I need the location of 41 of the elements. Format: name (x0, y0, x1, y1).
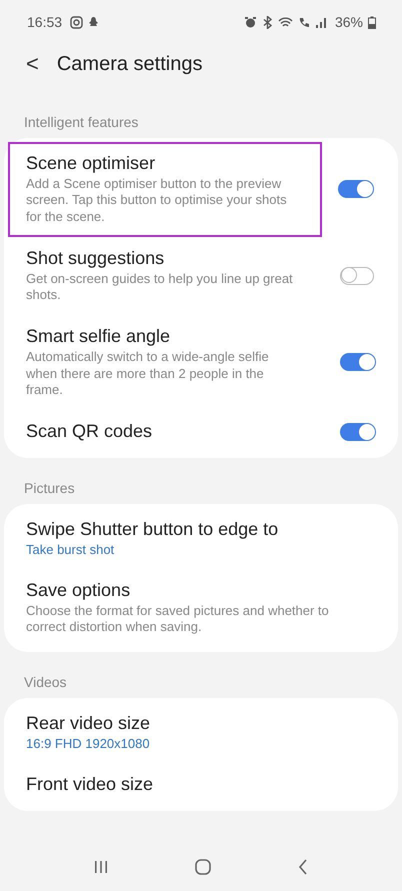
toggle-switch[interactable] (340, 353, 374, 372)
setting-row[interactable]: Save options Choose the format for saved pictures and whether to correct distortion when saving. (4, 569, 398, 648)
setting-row[interactable]: Smart selfie angle Automatically switch to a wide-angle selfie when there are more than 2 people in the frame. (4, 315, 398, 410)
setting-row[interactable]: Rear video size 16:9 FHD 1920x1080 (4, 702, 398, 762)
toggle-switch[interactable] (338, 180, 372, 198)
back-icon[interactable] (297, 858, 310, 876)
back-button[interactable]: < (20, 51, 45, 77)
setting-title: Shot suggestions (26, 248, 166, 269)
status-time: 16:53 (27, 14, 62, 30)
setting-title: Save options (26, 580, 132, 601)
section-label: Intelligent features (23, 113, 140, 132)
alarm-icon (244, 16, 257, 28)
setting-value: 16:9 FHD 1920x1080 (26, 736, 151, 750)
wifi-icon (278, 16, 293, 28)
page-title: Camera settings (56, 52, 202, 76)
setting-value: Take burst shot (26, 542, 116, 557)
setting-title: Front video size (26, 774, 154, 794)
home-icon[interactable] (194, 858, 212, 876)
call-icon (298, 16, 310, 28)
setting-description: Choose the format for saved pictures and whether to correct distortion when saving. (26, 603, 330, 636)
section-label: Pictures (23, 479, 76, 498)
toggle-switch[interactable] (340, 266, 374, 284)
signal-icon (314, 16, 327, 28)
setting-title: Scan QR codes (26, 421, 154, 442)
toggle-switch[interactable] (340, 422, 374, 440)
section-label: Videos (23, 672, 68, 692)
setting-title: Swipe Shutter button to edge to (26, 519, 280, 540)
setting-row[interactable]: Front video size (4, 762, 398, 806)
recent-apps-icon[interactable] (92, 859, 109, 875)
bluetooth-icon (262, 16, 273, 28)
setting-row[interactable]: Shot suggestions Get on-screen guides to help you line up great shots. (4, 236, 398, 316)
setting-description: Add a Scene optimiser button to the preview screen. Tap this button to optimise your shots for the scene. (26, 176, 288, 225)
setting-row[interactable]: Swipe Shutter button to edge to Take burst shot (4, 508, 398, 569)
setting-title: Scene optimiser (26, 153, 156, 174)
setting-title: Smart selfie angle (26, 326, 172, 348)
setting-title: Rear video size (26, 712, 152, 734)
setting-row[interactable]: Scan QR codes (4, 410, 398, 454)
setting-description: Get on-screen guides to help you line up great shots. (26, 270, 294, 304)
battery-icon (368, 16, 376, 28)
setting-description: Automatically switch to a wide-angle selfie when there are more than 2 people in the frame. (26, 349, 270, 398)
battery-percent: 36% (334, 14, 363, 30)
